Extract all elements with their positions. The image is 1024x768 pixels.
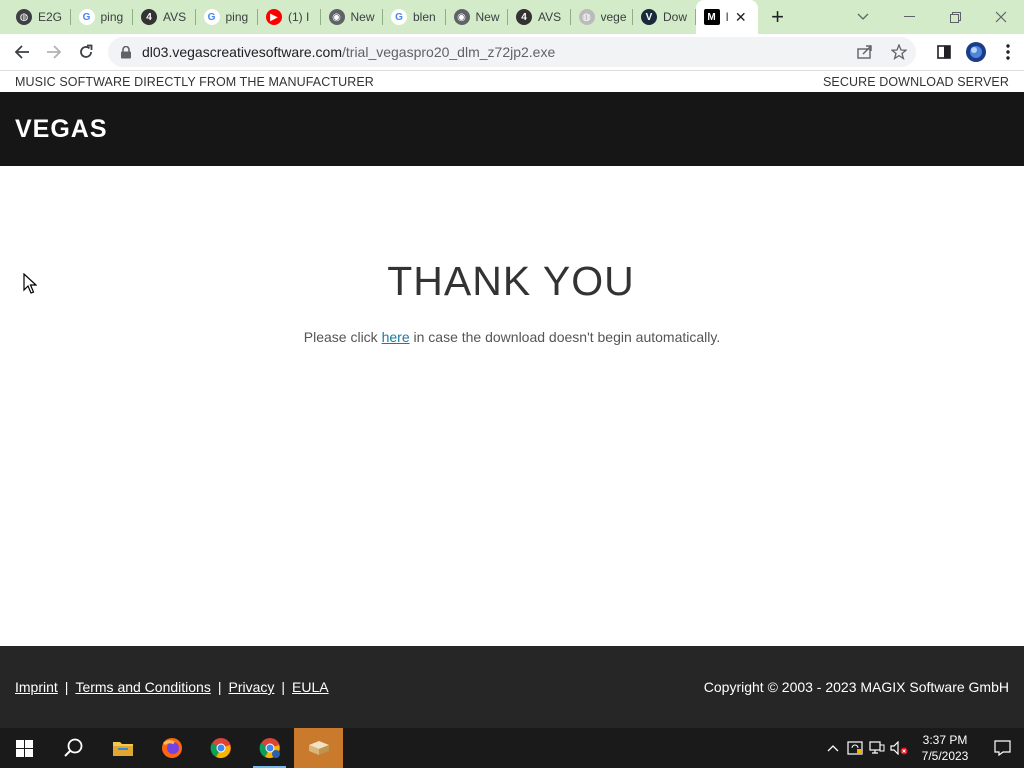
tab-label: AVS <box>163 10 187 24</box>
google-icon: G <box>78 9 95 25</box>
clock[interactable]: 3:37 PM 7/5/2023 <box>910 732 980 764</box>
footer-link[interactable]: Imprint <box>15 679 58 695</box>
globe-icon: ◍ <box>16 9 32 25</box>
installer-app-icon[interactable] <box>294 728 343 768</box>
tab-search-icon[interactable] <box>840 0 886 34</box>
tab-list: ◍ E2G Gping 4 AVS Gping ▶ (1) I ◉ New Gblen ◉ New 4 AV… <box>0 0 798 34</box>
windows-start-icon[interactable] <box>0 728 49 768</box>
browser-tab[interactable]: 4 AVS <box>508 0 571 34</box>
browser-tab[interactable]: ◍ vege <box>571 0 634 34</box>
chrome-taskbar-icon[interactable] <box>196 728 245 768</box>
clock-time: 3:37 PM <box>922 733 968 747</box>
browser-tab[interactable]: ▶ (1) I <box>258 0 321 34</box>
network-icon[interactable] <box>866 741 888 755</box>
speaker-muted-icon[interactable] <box>888 741 910 755</box>
back-button[interactable] <box>6 36 38 68</box>
tab-label: E2G <box>38 10 63 24</box>
notifications-icon[interactable] <box>980 740 1024 756</box>
download-here-link[interactable]: here <box>382 329 410 345</box>
browser-tab[interactable]: ◉ New <box>446 0 509 34</box>
browser-tab[interactable]: 4 AVS <box>133 0 196 34</box>
link-separator: | <box>64 679 69 695</box>
new-tab-button[interactable]: + <box>758 0 798 34</box>
browser-tab[interactable]: ◉ New <box>321 0 384 34</box>
tab-label: ping <box>225 10 249 24</box>
bookmark-star-icon[interactable] <box>888 41 910 63</box>
link-separator: | <box>281 679 286 695</box>
browser-tab[interactable]: Gping <box>71 0 134 34</box>
avs4you-icon: 4 <box>141 9 157 25</box>
main-content: THANK YOU Please click here in case the … <box>0 166 1024 646</box>
close-window-button[interactable] <box>978 0 1024 34</box>
search-icon[interactable] <box>49 728 98 768</box>
tab-label: (1) I <box>288 10 310 24</box>
browser-tab[interactable]: ◍ E2G <box>8 0 71 34</box>
tab-label: vege <box>600 10 627 24</box>
header-bar: VEGAS <box>0 92 1024 166</box>
minimize-button[interactable] <box>886 0 932 34</box>
loading-globe-icon: ◍ <box>578 9 595 25</box>
tagline: MUSIC SOFTWARE DIRECTLY FROM THE MANUFAC… <box>15 74 374 89</box>
restore-button[interactable] <box>932 0 978 34</box>
page-title: THANK YOU <box>387 258 635 304</box>
browser-tab[interactable]: Gping <box>196 0 259 34</box>
youtube-icon: ▶ <box>266 9 282 25</box>
lock-icon[interactable] <box>120 45 132 59</box>
web-page: MUSIC SOFTWARE DIRECTLY FROM THE MANUFAC… <box>0 70 1024 728</box>
tab-label: New <box>475 10 500 24</box>
close-tab-icon[interactable]: ✕ <box>735 9 747 26</box>
footer-link[interactable]: Terms and Conditions <box>75 679 210 695</box>
system-tray: 3:37 PM 7/5/2023 <box>822 728 1024 768</box>
file-explorer-icon[interactable] <box>98 728 147 768</box>
tab-label: blen <box>413 10 436 24</box>
tab-label: Dow <box>663 10 688 24</box>
forward-button[interactable] <box>38 36 70 68</box>
footer-link[interactable]: EULA <box>292 679 329 695</box>
tab-label: New <box>350 10 375 24</box>
menu-kebab-icon[interactable] <box>992 36 1024 68</box>
copyright: Copyright © 2003 - 2023 MAGIX Software G… <box>703 679 1009 695</box>
show-hidden-icons-chevron-icon[interactable] <box>822 744 844 752</box>
firefox-icon[interactable] <box>147 728 196 768</box>
secure-server-label: SECURE DOWNLOAD SERVER <box>822 74 1009 89</box>
footer-link[interactable]: Privacy <box>228 679 274 695</box>
tab-label: AVS <box>538 10 562 24</box>
windows-taskbar: 3:37 PM 7/5/2023 <box>0 728 1024 768</box>
chrome-icon: ◉ <box>453 9 470 25</box>
footer: Imprint | Terms and Conditions | Privacy | EUL… <box>0 646 1024 728</box>
window-controls <box>840 0 1024 34</box>
chrome-icon: ◉ <box>328 9 345 25</box>
tab-label: ping <box>100 10 124 24</box>
address-bar[interactable]: dl03.vegascreativesoftware.com/trial_veg… <box>108 37 916 67</box>
reload-button[interactable] <box>70 36 102 68</box>
browser-tab-active[interactable]: M I ✕ <box>695 0 758 34</box>
share-icon[interactable] <box>854 41 876 63</box>
link-separator: | <box>217 679 222 695</box>
mouse-cursor-icon <box>23 273 37 294</box>
tab-strip: ◍ E2G Gping 4 AVS Gping ▶ (1) I ◉ New Gblen ◉ New 4 AV… <box>0 0 1024 34</box>
footer-links: Imprint | Terms and Conditions | Privacy | EUL… <box>15 679 329 695</box>
profile-avatar[interactable] <box>960 36 992 68</box>
google-icon: G <box>391 9 407 25</box>
download-note: Please click here in case the download d… <box>303 329 721 345</box>
update-shield-icon[interactable] <box>844 741 866 755</box>
top-info-bar: MUSIC SOFTWARE DIRECTLY FROM THE MANUFAC… <box>0 70 1024 92</box>
google-icon: G <box>203 9 220 25</box>
side-panel-icon[interactable] <box>928 36 960 68</box>
tab-label: I <box>725 10 729 24</box>
chrome-profile-taskbar-icon[interactable] <box>245 728 294 768</box>
browser-tab[interactable]: Gblen <box>383 0 446 34</box>
browser-toolbar: dl03.vegascreativesoftware.com/trial_veg… <box>0 34 1024 70</box>
browser-tab[interactable]: V Dow <box>633 0 696 34</box>
avs4you-icon: 4 <box>516 9 532 25</box>
vegas-v-icon: V <box>641 9 657 25</box>
magix-m-icon: M <box>703 9 720 25</box>
vegas-logo[interactable]: VEGAS <box>15 115 108 144</box>
clock-date: 7/5/2023 <box>921 749 969 763</box>
url-text[interactable]: dl03.vegascreativesoftware.com/trial_veg… <box>142 44 555 60</box>
